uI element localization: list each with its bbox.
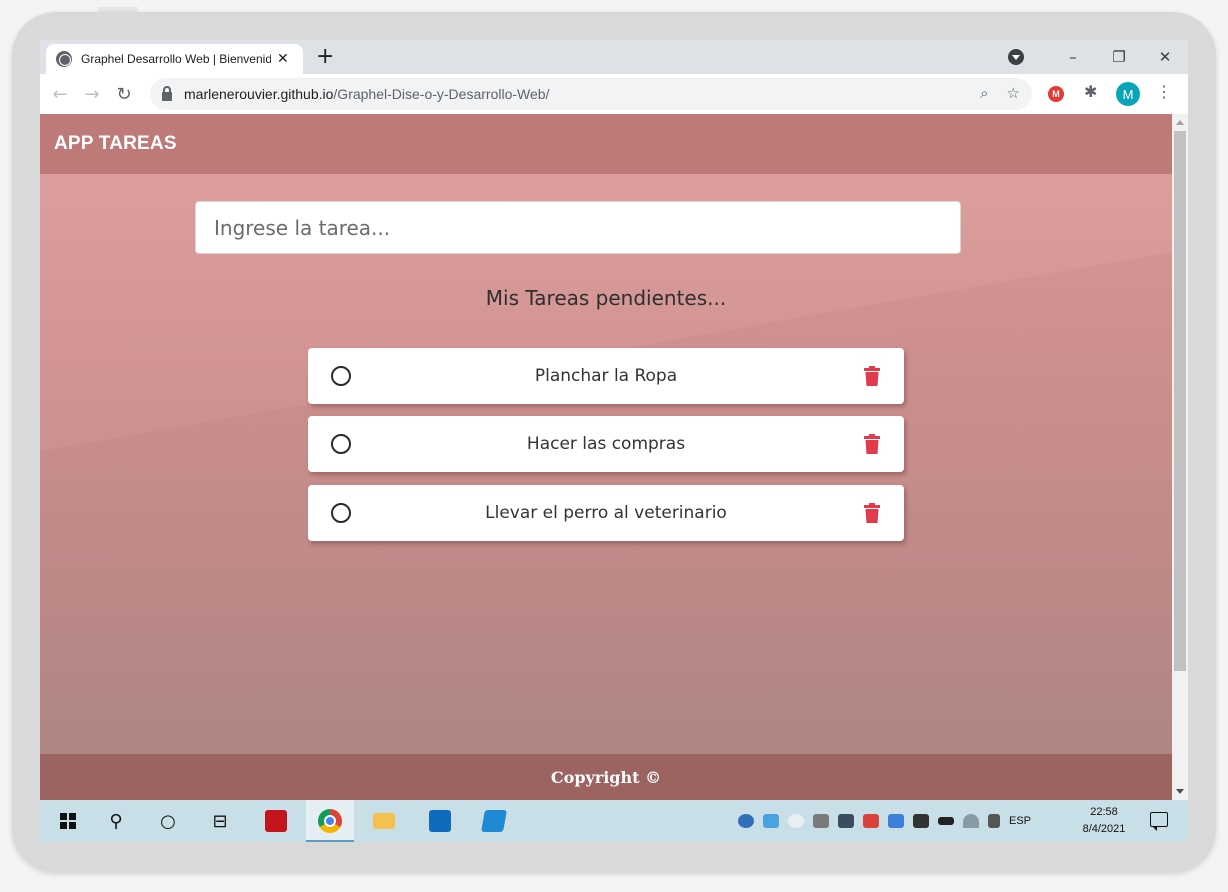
url-path: /Graphel-Dise-o-y-Desarrollo-Web/ [333, 86, 550, 102]
trash-icon[interactable] [864, 366, 880, 386]
display-icon[interactable] [838, 814, 854, 828]
clock-date: 8/4/2021 [1082, 823, 1126, 835]
task-item: Planchar la Ropa [308, 348, 904, 404]
chrome-icon [318, 809, 342, 833]
globe-icon [56, 51, 72, 67]
screen: Graphel Desarrollo Web | Bienvenido ✕ + … [40, 40, 1188, 842]
acrobat-app[interactable] [254, 800, 298, 842]
close-tab-icon[interactable]: ✕ [277, 51, 289, 67]
task-input[interactable] [195, 201, 961, 254]
browser-tab-strip: Graphel Desarrollo Web | Bienvenido ✕ + … [40, 40, 1188, 74]
outlook-app[interactable] [418, 800, 462, 842]
complete-task-checkbox[interactable] [331, 503, 351, 523]
zoom-icon[interactable]: ⌕ [980, 84, 988, 102]
network-app-icon[interactable] [888, 814, 904, 828]
omnibox-icons: ⌕ ☆ [980, 84, 1020, 102]
clock[interactable]: 22:58 8/4/2021 [1074, 804, 1134, 838]
skype-icon[interactable] [788, 814, 804, 828]
scroll-down-arrow[interactable] [1176, 789, 1184, 794]
background-window-tabs [98, 0, 188, 34]
minimize-button[interactable]: – [1050, 48, 1096, 66]
trash-icon[interactable] [864, 503, 880, 523]
complete-task-checkbox[interactable] [331, 434, 351, 454]
search-button[interactable]: ⚲ [94, 800, 138, 842]
chrome-app[interactable] [306, 800, 354, 842]
url-host: marlenerouvier.github.io [184, 86, 334, 102]
forward-button[interactable]: → [76, 84, 108, 105]
security-icon[interactable] [913, 814, 929, 828]
task-item: Hacer las compras [308, 416, 904, 472]
pending-tasks-title: Mis Tareas pendientes... [485, 286, 727, 310]
browser-menu-icon[interactable]: ⋮ [1156, 82, 1172, 101]
vscode-icon [481, 810, 507, 832]
tab-title: Graphel Desarrollo Web | Bienvenido [81, 52, 271, 66]
battery-icon[interactable] [938, 817, 954, 825]
browser-tab[interactable]: Graphel Desarrollo Web | Bienvenido ✕ [46, 44, 303, 74]
sync-icon[interactable] [738, 814, 754, 828]
app-navbar: APP TAREAS [40, 114, 1172, 174]
page-viewport: APP TAREAS Mis Tareas pendientes... Plan… [40, 114, 1172, 800]
outlook-icon [429, 810, 451, 832]
folder-icon [373, 813, 395, 829]
address-bar[interactable]: marlenerouvier.github.io/Graphel-Dise-o-… [150, 78, 1032, 110]
acrobat-icon [265, 810, 287, 832]
extension-icon[interactable]: M [1048, 86, 1064, 102]
clock-time: 22:58 [1090, 806, 1118, 818]
close-window-button[interactable]: ✕ [1142, 48, 1188, 66]
start-button[interactable] [48, 800, 88, 842]
page-scrollbar[interactable] [1172, 114, 1188, 800]
language-indicator[interactable]: ESP [1009, 815, 1031, 827]
extensions-puzzle-icon[interactable]: ✱ [1084, 82, 1097, 101]
cortana-icon: ○ [160, 810, 176, 832]
task-view-icon: ⊟ [212, 810, 228, 832]
profile-avatar[interactable]: M [1116, 82, 1140, 106]
search-icon: ⚲ [109, 810, 123, 832]
task-text: Planchar la Ropa [534, 366, 678, 386]
url-text[interactable]: marlenerouvier.github.io/Graphel-Dise-o-… [184, 86, 549, 102]
notification-icon[interactable] [1150, 812, 1168, 831]
scroll-thumb[interactable] [1174, 131, 1186, 671]
task-text: Llevar el perro al veterinario [485, 503, 727, 523]
task-item: Llevar el perro al veterinario [308, 485, 904, 541]
scroll-up-arrow[interactable] [1176, 120, 1184, 125]
app-footer: Copyright © [40, 754, 1172, 800]
onedrive-icon[interactable] [763, 814, 779, 828]
complete-task-checkbox[interactable] [331, 366, 351, 386]
restore-button[interactable]: ❐ [1096, 48, 1142, 66]
task-text: Hacer las compras [526, 434, 686, 454]
windows-logo-icon [60, 813, 76, 829]
speaker-icon[interactable] [988, 814, 1000, 828]
windows-taskbar: ⚲ ○ ⊟ ESP 22:58 8/4/2021 [40, 800, 1188, 842]
app-brand[interactable]: APP TAREAS [54, 133, 177, 155]
browser-toolbar: ← → ↻ marlenerouvier.github.io/Graphel-D… [40, 74, 1188, 114]
task-view-button[interactable]: ⊟ [198, 800, 242, 842]
media-control-icon[interactable] [1008, 49, 1024, 65]
back-button[interactable]: ← [44, 84, 76, 105]
vscode-app[interactable] [472, 800, 516, 842]
reload-button[interactable]: ↻ [108, 84, 140, 105]
new-tab-button[interactable]: + [316, 45, 334, 69]
meet-icon[interactable] [813, 814, 829, 828]
window-controls: – ❐ ✕ [1008, 40, 1188, 74]
lock-icon[interactable] [162, 85, 172, 101]
file-explorer-app[interactable] [362, 800, 406, 842]
trash-icon[interactable] [864, 434, 880, 454]
volume-app-icon[interactable] [863, 814, 879, 828]
cortana-button[interactable]: ○ [146, 800, 190, 842]
system-tray: ESP [738, 800, 1031, 842]
bookmark-star-icon[interactable]: ☆ [1007, 84, 1020, 102]
wifi-icon[interactable] [963, 814, 979, 828]
copyright-text: Copyright © [550, 767, 662, 787]
